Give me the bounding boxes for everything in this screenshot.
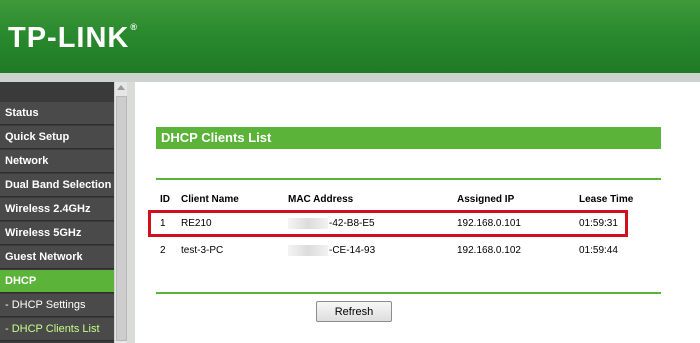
sidebar-item-dhcp-settings[interactable]: - DHCP Settings bbox=[0, 294, 114, 317]
sidebar-item-wireless-5ghz[interactable]: Wireless 5GHz bbox=[0, 222, 114, 245]
page-title: DHCP Clients List bbox=[156, 127, 661, 149]
row-assigned-ip: 192.168.0.102 bbox=[457, 245, 521, 256]
bottom-separator bbox=[156, 292, 661, 294]
sidebar-item-guest-network[interactable]: Guest Network bbox=[0, 246, 114, 269]
sidebar-item-dual-band-selection[interactable]: Dual Band Selection bbox=[0, 174, 114, 197]
col-header-lease-time: Lease Time bbox=[579, 194, 634, 205]
trademark-mark: ® bbox=[130, 22, 139, 33]
sidebar-item-status[interactable]: Status bbox=[0, 102, 114, 125]
header-separator bbox=[0, 73, 700, 82]
title-separator bbox=[156, 178, 661, 180]
mac-suffix: -CE-14-93 bbox=[329, 245, 376, 257]
row-client-name: test-3-PC bbox=[181, 245, 224, 256]
sidebar-item-quick-setup[interactable]: Quick Setup bbox=[0, 126, 114, 149]
col-header-mac-address: MAC Address bbox=[288, 194, 354, 205]
highlight-annotation bbox=[148, 210, 628, 237]
sidebar-item-dhcp[interactable]: DHCP bbox=[0, 270, 114, 293]
sidebar-item-dhcp-clients-list[interactable]: - DHCP Clients List bbox=[0, 318, 114, 341]
sidebar-nav: Status Quick Setup Network Dual Band Sel… bbox=[0, 82, 114, 343]
redacted-mac-prefix bbox=[288, 245, 328, 256]
sidebar-item-wireless-2-4ghz[interactable]: Wireless 2.4GHz bbox=[0, 198, 114, 221]
col-header-client-name: Client Name bbox=[181, 194, 239, 205]
col-header-id: ID bbox=[160, 194, 170, 205]
sidebar-scrollbar[interactable] bbox=[114, 82, 128, 343]
sidebar-item-network[interactable]: Network bbox=[0, 150, 114, 173]
tp-link-logo: TP-LINK® bbox=[8, 22, 138, 55]
main-content: DHCP Clients List ID Client Name MAC Add… bbox=[135, 82, 700, 343]
col-header-assigned-ip: Assigned IP bbox=[457, 194, 515, 205]
row-lease-time: 01:59:44 bbox=[579, 245, 618, 256]
logo-text: TP-LINK bbox=[8, 22, 130, 54]
arrow-up-icon[interactable] bbox=[117, 85, 125, 90]
frame-divider bbox=[127, 82, 135, 343]
row-mac-address: -CE-14-93 bbox=[288, 245, 375, 256]
scrollbar-thumb[interactable] bbox=[116, 96, 127, 341]
refresh-button[interactable]: Refresh bbox=[316, 301, 392, 322]
header-banner: TP-LINK® bbox=[0, 0, 700, 73]
row-id: 2 bbox=[160, 245, 166, 256]
